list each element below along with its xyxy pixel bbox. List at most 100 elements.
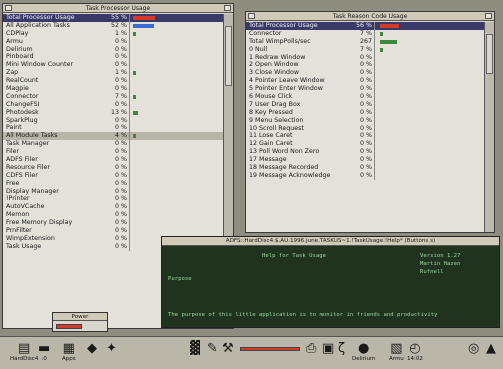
list-row[interactable]: 8 Key Pressed 0 % [246,108,484,117]
list-row[interactable]: All Module Tasks 4 % [3,132,223,141]
list-row[interactable]: 4 Pointer Leave Window 0 % [246,77,484,86]
column-divider [129,92,130,101]
scrollbar-thumb[interactable] [486,34,493,74]
list-row[interactable]: AutoVCache 0 % [3,203,223,212]
apps-iconbar-item[interactable]: ▦ Apps [62,341,76,362]
task-usage-iconbar-item[interactable]: ▓ [190,341,200,356]
column-divider [129,100,130,109]
list-row[interactable]: 0 Null 7 % [246,45,484,54]
list-row[interactable]: CDPlay 1 % [3,29,223,38]
list-row[interactable]: 13 Poll Word Non Zero 0 % [246,148,484,157]
armu-iconbar-item[interactable]: ▧ Armu [389,341,404,362]
floppy-iconbar-item[interactable]: ▬:0 [38,341,50,362]
paint-iconbar-item[interactable]: ✎ [207,341,218,356]
zap-iconbar-item[interactable]: ζ [338,341,345,356]
list-row[interactable]: Total WimpPolls/sec 267 [246,37,484,46]
usage-bar [133,71,136,76]
list-row[interactable]: Mini Window Counter 0 % [3,61,223,70]
list-row[interactable]: Pinboard 0 % [3,53,223,62]
list-row[interactable]: 7 User Drag Box 0 % [246,100,484,109]
list-row[interactable]: 11 Lose Caret 0 % [246,132,484,141]
list-row[interactable]: Photodesk 13 % [3,108,223,117]
row-percent: 0 % [115,148,127,156]
list-row[interactable]: Paint 0 % [3,124,223,133]
column-divider [129,195,130,204]
toggle-size-icon[interactable] [485,13,492,19]
list-row[interactable]: 5 Pointer Enter Window 0 % [246,85,484,94]
row-name: Resource Filer [6,163,51,171]
network-iconbar-item[interactable]: ✦ [106,341,117,356]
delirium-iconbar-item[interactable]: ● Delirium [352,341,375,362]
row-name: Delirium [6,45,33,53]
list-row[interactable]: Filer 0 % [3,148,223,157]
list-row[interactable]: CDFS Filer 0 % [3,171,223,180]
window-titlebar[interactable]: Task Reason Code Usage [246,12,494,21]
list-row[interactable]: Resource Filer 0 % [3,163,223,172]
window-titlebar[interactable]: ADFS::HardDisc4.$.AU.1996.june.TASKUS~1.… [162,237,499,246]
toggle-size-icon[interactable] [224,5,231,11]
list-row[interactable]: ADFS Filer 0 % [3,156,223,164]
printer-iconbar-item[interactable]: ⎙ [306,341,316,356]
list-row[interactable]: 3 Close Window 0 % [246,69,484,78]
memory-bar-iconbar-item[interactable] [240,341,300,351]
column-divider [129,85,130,93]
list-row[interactable]: Free 0 % [3,179,223,188]
list-row[interactable]: 1 Redraw Window 0 % [246,53,484,62]
list-row[interactable]: 18 Message Recorded 0 % [246,164,484,172]
list-row[interactable]: ChangeFSI 0 % [3,100,223,109]
task-manager-iconbar-item[interactable]: ▲ [486,341,496,356]
close-icon[interactable] [5,5,12,11]
list-row[interactable]: Memon 0 % [3,211,223,220]
list-header-row[interactable]: Total Processor Usage 55 % [3,14,223,22]
row-name: Filer [6,148,20,156]
cd-iconbar-item[interactable]: ◎ [468,341,479,356]
diamond-iconbar-item[interactable]: ◆ [87,341,97,356]
clock-iconbar-item[interactable]: ◴ 14:02 [407,341,423,362]
display-iconbar-item[interactable]: ▣ [322,341,334,356]
list-row[interactable]: PrnFilter 0 % [3,227,223,235]
row-percent: 0 % [115,77,127,85]
power-window[interactable]: Power [52,312,108,332]
list-row[interactable]: RealCount 0 % [3,77,223,86]
list-row[interactable]: Zap 1 % [3,69,223,78]
scrollbar-thumb[interactable] [225,26,232,86]
list-row[interactable]: !Printer 0 % [3,195,223,204]
row-percent: 1 % [115,29,127,37]
icon-label: 14:02 [407,356,423,362]
list-row[interactable]: Display Manager 0 % [3,187,223,196]
list-header-row[interactable]: Total Processor Usage 56 % [246,22,484,30]
row-name: 5 Pointer Enter Window [249,85,323,93]
list-row[interactable]: Connector 7 % [246,29,484,38]
list-row[interactable]: 6 Mouse Click 0 % [246,93,484,101]
list-row[interactable]: SparkPlug 0 % [3,116,223,125]
row-name: 6 Mouse Click [249,93,293,101]
list-row[interactable]: Task Manager 0 % [3,140,223,149]
help-text-window[interactable]: ADFS::HardDisc4.$.AU.1996.june.TASKUS~1.… [161,236,500,328]
list-row[interactable]: All Application Tasks 52 % [3,21,223,30]
row-percent: 0 % [360,85,372,93]
list-row[interactable]: 12 Gain Caret 0 % [246,140,484,149]
usage-bar [380,24,400,28]
list-row[interactable]: Connector 7 % [3,92,223,101]
list-row[interactable]: 10 Scroll Request 0 % [246,124,484,133]
window-titlebar[interactable]: Task Processor Usage [3,4,233,13]
task-reason-code-usage-window[interactable]: Task Reason Code Usage Total Processor U… [245,11,495,233]
list-row[interactable]: Magpie 0 % [3,85,223,93]
window-title: ADFS::HardDisc4.$.AU.1996.june.TASKUS~1.… [225,238,436,244]
list-row[interactable]: Free Memory Display 0 % [3,219,223,228]
row-percent: 0 % [360,116,372,124]
tools-iconbar-item[interactable]: ⚒ [222,341,234,356]
harddisc-iconbar-item[interactable]: ▤ HardDisc4 [10,341,38,362]
list-row[interactable]: Armu 0 % [3,37,223,46]
row-name: All Module Tasks [6,132,58,140]
list-row[interactable]: 19 Message Acknowledge 0 % [246,171,484,180]
row-name: Total Processor Usage [249,22,318,29]
list-row[interactable]: 9 Menu Selection 0 % [246,116,484,125]
list-row[interactable]: 2 Open Window 0 % [246,61,484,70]
column-divider [374,100,375,109]
armu-icon: ▧ [390,341,403,356]
list-row[interactable]: 17 Message 0 % [246,156,484,165]
list-row[interactable]: Delirium 0 % [3,45,223,54]
vertical-scrollbar[interactable] [484,22,494,232]
close-icon[interactable] [248,13,255,19]
